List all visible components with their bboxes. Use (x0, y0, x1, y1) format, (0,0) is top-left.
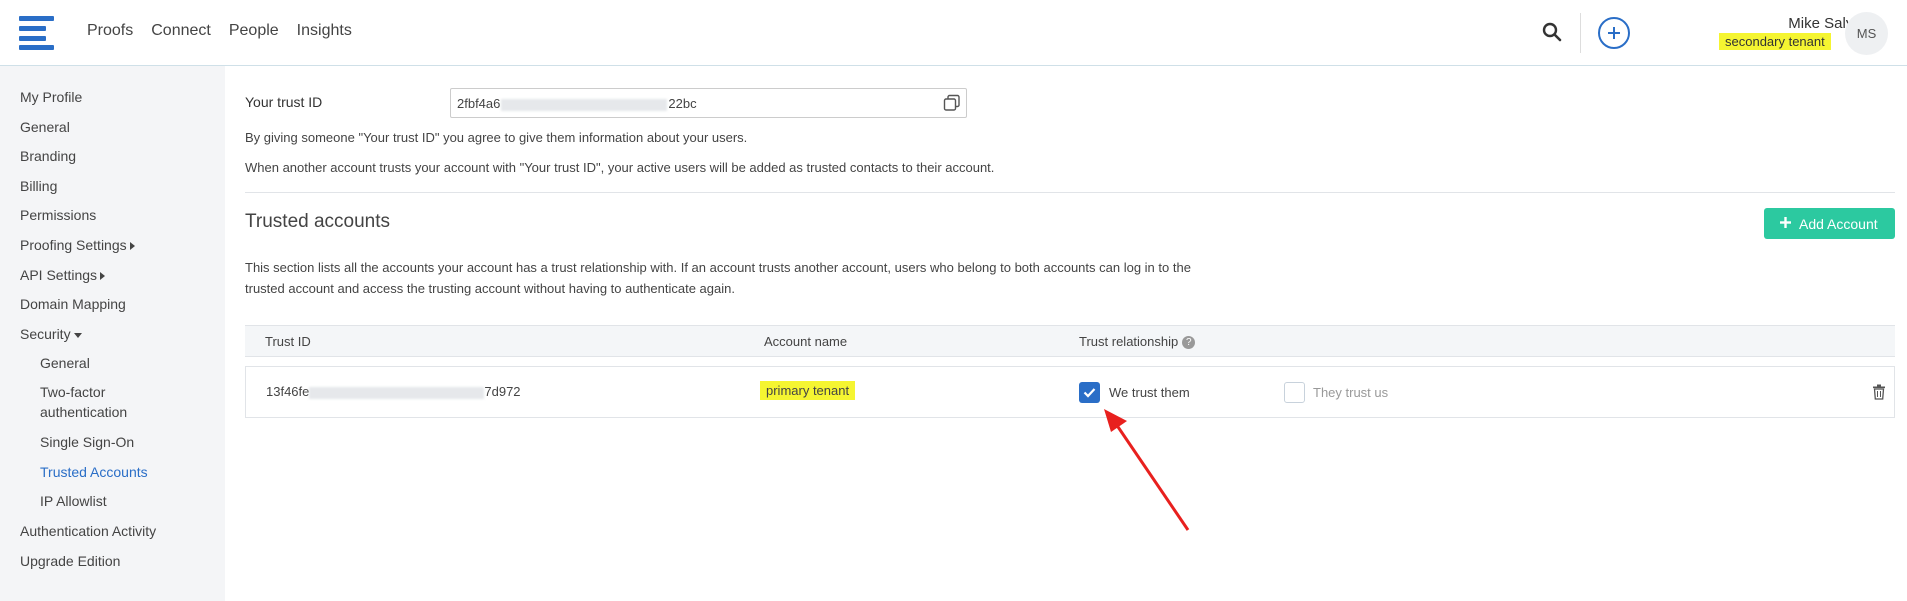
sidebar-item-trusted-accounts[interactable]: Trusted Accounts (40, 464, 148, 480)
column-trust-id: Trust ID (265, 334, 311, 349)
sidebar-item-upgrade-edition[interactable]: Upgrade Edition (20, 553, 120, 569)
plus-icon (1779, 216, 1792, 232)
caret-right-icon (100, 272, 106, 281)
nav-proofs[interactable]: Proofs (87, 22, 133, 40)
nav-people[interactable]: People (229, 22, 279, 40)
redacted-blur (501, 98, 668, 111)
trust-id-value: 2fbf4a6 22bc (457, 96, 697, 111)
trust-id-field[interactable]: 2fbf4a6 22bc (450, 88, 967, 118)
we-trust-them-checkbox[interactable] (1079, 382, 1100, 403)
sidebar-item-label: Security (20, 326, 71, 342)
row-account-name: primary tenant (760, 381, 856, 400)
they-trust-us-label: They trust us (1313, 385, 1389, 400)
column-trust-relationship: Trust relationship? (1079, 334, 1196, 350)
nav-insights[interactable]: Insights (297, 22, 352, 40)
we-trust-them-label: We trust them (1109, 385, 1190, 400)
sidebar-item-label: Proofing Settings (20, 237, 127, 253)
section-description: This section lists all the accounts your… (245, 260, 1191, 296)
sidebar-item-authentication-activity[interactable]: Authentication Activity (20, 523, 156, 539)
sidebar-item-ip-allowlist[interactable]: IP Allowlist (40, 493, 107, 509)
sidebar-item-security[interactable]: Security (20, 326, 82, 342)
table-header: Trust ID Account name Trust relationship… (245, 325, 1895, 357)
table-row: 13f46fe 7d972 primary tenant We trust the… (245, 366, 1895, 418)
sidebar-item-my-profile[interactable]: My Profile (20, 89, 82, 105)
sidebar-item-billing[interactable]: Billing (20, 178, 57, 194)
sidebar-item-general[interactable]: General (20, 119, 70, 135)
redacted-blur (309, 386, 485, 399)
trash-icon[interactable] (1872, 384, 1886, 400)
nav-connect[interactable]: Connect (151, 22, 211, 40)
help-icon[interactable]: ? (1182, 336, 1196, 350)
trust-info-2: When another account trusts your account… (245, 160, 995, 175)
column-account-name: Account name (764, 334, 848, 349)
trust-id-label: Your trust ID (245, 94, 323, 110)
logo-icon[interactable] (19, 16, 54, 50)
tenant-badge: secondary tenant (1719, 33, 1831, 50)
add-account-button[interactable]: Add Account (1764, 208, 1895, 239)
avatar[interactable]: MS (1845, 12, 1888, 55)
sidebar-item-proofing-settings[interactable]: Proofing Settings (20, 237, 135, 253)
sidebar-item-domain-mapping[interactable]: Domain Mapping (20, 296, 126, 312)
they-trust-us-checkbox[interactable] (1284, 382, 1305, 403)
sidebar: My Profile General Branding Billing Perm… (0, 66, 225, 601)
main-nav: Proofs Connect People Insights (87, 22, 352, 40)
trust-info-1: By giving someone "Your trust ID" you ag… (245, 130, 748, 145)
sidebar-item-security-general[interactable]: General (40, 355, 90, 371)
top-bar: Proofs Connect People Insights Mike Saly… (0, 0, 1907, 66)
search-icon[interactable] (1542, 22, 1564, 44)
create-plus-icon[interactable] (1598, 17, 1630, 49)
sidebar-item-two-factor[interactable]: Two-factor authentication (40, 382, 160, 422)
sidebar-item-permissions[interactable]: Permissions (20, 207, 96, 223)
section-title: Trusted accounts (245, 211, 391, 232)
sidebar-item-api-settings[interactable]: API Settings (20, 267, 106, 283)
sidebar-item-branding[interactable]: Branding (20, 148, 76, 164)
sidebar-item-single-sign-on[interactable]: Single Sign-On (40, 434, 134, 450)
caret-down-icon (73, 332, 82, 338)
divider (1580, 13, 1581, 53)
row-trust-id: 13f46fe 7d972 (266, 384, 521, 399)
sidebar-item-label: API Settings (20, 267, 98, 283)
copy-icon[interactable] (943, 94, 961, 112)
divider (245, 192, 1895, 193)
caret-right-icon (129, 242, 135, 251)
